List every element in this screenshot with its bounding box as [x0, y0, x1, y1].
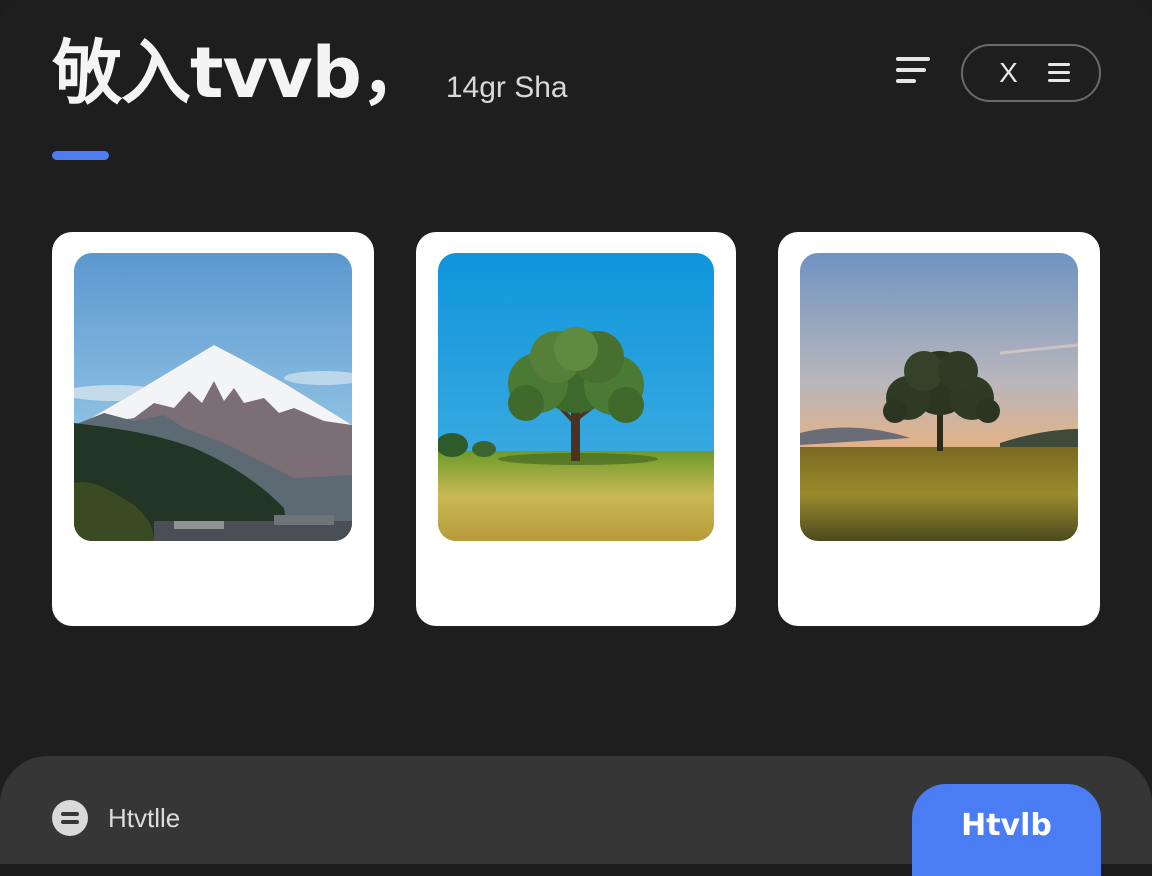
- photo-tree-sunset: [800, 253, 1078, 541]
- close-button[interactable]: X: [993, 57, 1025, 89]
- photo-card-tree[interactable]: [416, 232, 736, 626]
- sort-line: [896, 57, 930, 61]
- photo-mountain: [74, 253, 352, 541]
- sort-line: [896, 68, 926, 72]
- title-accent-bar: [52, 151, 109, 160]
- sort-button[interactable]: [893, 52, 933, 92]
- filter-icon[interactable]: [52, 800, 88, 836]
- sort-line: [896, 79, 916, 83]
- photo-card-mountain[interactable]: [52, 232, 374, 626]
- menu-icon[interactable]: [1047, 63, 1070, 83]
- page-title: 敂入tvvb，: [52, 32, 431, 114]
- primary-action-button[interactable]: Htvlb: [912, 784, 1101, 876]
- window-controls: X: [961, 44, 1101, 102]
- app-window: 敂入tvvb， 14gr Sha X Htvtlle Htvlb: [0, 0, 1152, 876]
- photo-tree: [438, 253, 714, 541]
- page-subtitle: 14gr Sha: [445, 71, 568, 104]
- header: 敂入tvvb， 14gr Sha: [52, 38, 568, 108]
- photo-card-tree-sunset[interactable]: [778, 232, 1100, 626]
- bottom-bar-label: Htvtlle: [108, 803, 181, 833]
